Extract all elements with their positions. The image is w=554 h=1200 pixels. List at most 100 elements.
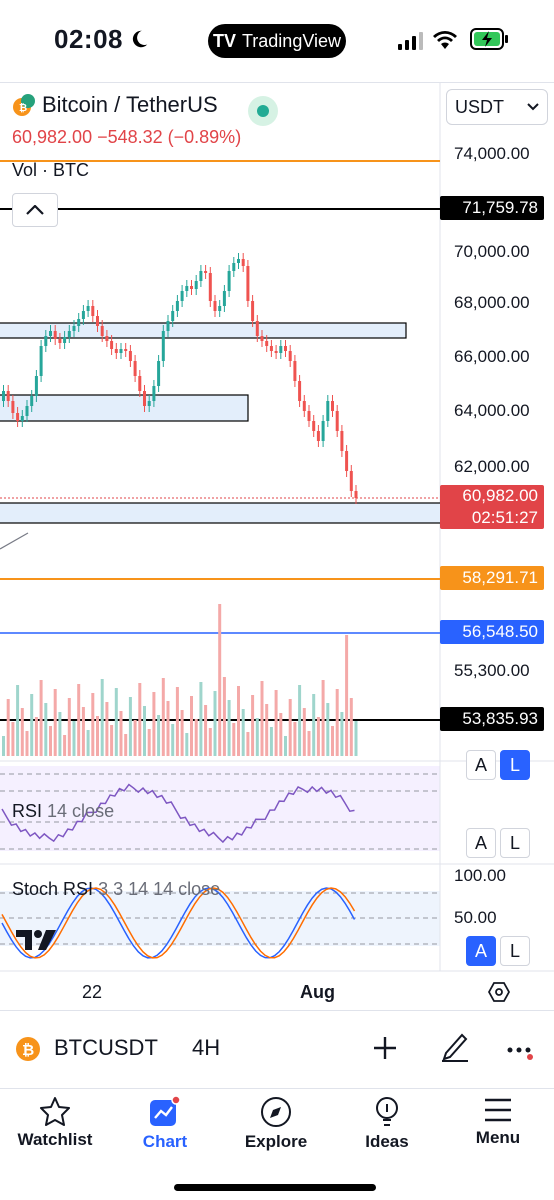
candle-body — [331, 401, 334, 411]
auto-scale-button[interactable]: A — [466, 936, 496, 966]
rsi-label[interactable]: RSI 14 close — [12, 801, 114, 822]
candle-body — [279, 346, 283, 353]
auto-scale-button[interactable]: A — [466, 828, 496, 858]
compass-icon — [261, 1097, 291, 1127]
candle-body — [152, 386, 156, 401]
candle-body — [255, 321, 259, 336]
price-change-line: 60,982.00 −548.32 (−0.89%) — [12, 127, 242, 147]
nav-watchlist-label: Watchlist — [17, 1130, 93, 1149]
star-icon — [40, 1097, 70, 1126]
symbol-bar[interactable]: ₿ BTCUSDT 4H — [0, 1010, 554, 1088]
candle-body — [354, 491, 358, 498]
collapse-indicators-button[interactable] — [12, 193, 58, 227]
app-pill-label: TradingView — [241, 30, 342, 51]
interval-selector[interactable]: 4H — [192, 1035, 220, 1061]
volume-bar — [30, 694, 34, 756]
candle-body — [265, 341, 269, 346]
volume-bar — [67, 698, 71, 756]
log-scale-button[interactable]: L — [500, 936, 530, 966]
battery-charging-icon — [470, 28, 508, 50]
candle-body — [100, 326, 104, 336]
candle-body — [340, 431, 344, 451]
volume-bar — [190, 696, 193, 756]
volume-bar — [49, 726, 52, 756]
chart-settings-icon[interactable] — [488, 982, 510, 1002]
svg-text:₿: ₿ — [22, 1042, 34, 1059]
level-tag[interactable]: 71,759.78 — [440, 196, 544, 220]
candle-body — [274, 351, 278, 353]
volume-bar — [171, 724, 175, 756]
candle-body — [157, 361, 161, 386]
tradingview-logo-icon: TV — [212, 30, 236, 51]
candle-body — [20, 416, 24, 421]
volume-bar — [81, 707, 85, 756]
auto-scale-button[interactable]: A — [466, 750, 496, 780]
current-price-tag: 60,982.00 02:51:27 — [440, 485, 544, 529]
lightbulb-icon — [376, 1097, 398, 1126]
level-tag[interactable]: 58,291.71 — [440, 566, 544, 590]
trend-line — [0, 532, 29, 550]
volume-bar — [152, 692, 156, 756]
nav-ideas[interactable]: Ideas — [332, 1096, 442, 1152]
volume-bar — [157, 715, 161, 756]
currency-select[interactable]: USDT — [446, 89, 548, 125]
moon-icon — [132, 30, 148, 48]
nav-watchlist[interactable]: Watchlist — [0, 1096, 110, 1150]
stoch-rsi-label[interactable]: Stoch RSI 3 3 14 14 close — [12, 879, 220, 900]
drawing-pen-icon[interactable] — [440, 1031, 470, 1063]
ticker-symbol[interactable]: BTCUSDT — [54, 1035, 158, 1061]
candle-body — [77, 319, 81, 326]
chevron-up-icon — [26, 205, 44, 215]
volume-bar — [204, 705, 208, 756]
volume-bar — [251, 695, 255, 756]
candle-body — [124, 349, 128, 351]
time-tick: 22 — [82, 982, 103, 1002]
nav-ideas-label: Ideas — [365, 1132, 409, 1151]
volume-bar — [208, 728, 212, 756]
candle-body — [293, 361, 297, 381]
volume-bar — [180, 710, 184, 756]
volume-bar — [354, 721, 358, 756]
candle-body — [204, 271, 208, 273]
volume-bar — [63, 735, 67, 756]
nav-explore-label: Explore — [244, 1132, 308, 1151]
candle-body — [251, 301, 255, 321]
volume-bar — [119, 711, 123, 756]
volume-bar — [11, 722, 15, 756]
volume-bar — [58, 712, 62, 756]
candle-body — [284, 346, 287, 351]
volume-label: Vol · BTC — [12, 160, 90, 180]
candle-body — [49, 331, 52, 336]
volume-bar — [147, 729, 151, 756]
level-tag[interactable]: 56,548.50 — [440, 620, 544, 644]
candle-body — [326, 401, 330, 421]
status-time: 02:08 — [54, 24, 123, 54]
volume-bar — [241, 709, 245, 756]
volume-bar — [194, 719, 198, 756]
symbol-header[interactable]: ₿ Bitcoin / TetherUS — [12, 92, 218, 118]
volume-bar — [185, 733, 189, 756]
candle-body — [119, 349, 123, 353]
nav-menu[interactable]: Menu — [443, 1096, 553, 1148]
more-options-icon[interactable] — [506, 1045, 536, 1063]
volume-bar — [77, 684, 81, 756]
candle-body — [161, 331, 165, 361]
add-icon[interactable] — [372, 1035, 398, 1061]
candle-body — [110, 341, 114, 349]
candle-body — [138, 376, 142, 391]
log-scale-button[interactable]: L — [500, 828, 530, 858]
volume-bar — [16, 685, 20, 756]
price-tick: 68,000.00 — [454, 293, 530, 312]
volume-bar — [298, 685, 302, 756]
rsi-params: 14 close — [47, 801, 115, 821]
zone-box — [0, 394, 249, 422]
level-tag[interactable]: 53,835.93 — [440, 707, 544, 731]
nav-chart-label: Chart — [142, 1132, 188, 1151]
bitcoin-icon: ₿ — [16, 1037, 40, 1061]
log-scale-button[interactable]: L — [500, 750, 530, 780]
nav-explore[interactable]: Explore — [221, 1096, 331, 1152]
volume-bar — [218, 604, 222, 756]
candle-body — [288, 351, 292, 361]
nav-chart[interactable]: Chart — [110, 1096, 220, 1152]
app-pill: TV TradingView — [208, 24, 346, 58]
